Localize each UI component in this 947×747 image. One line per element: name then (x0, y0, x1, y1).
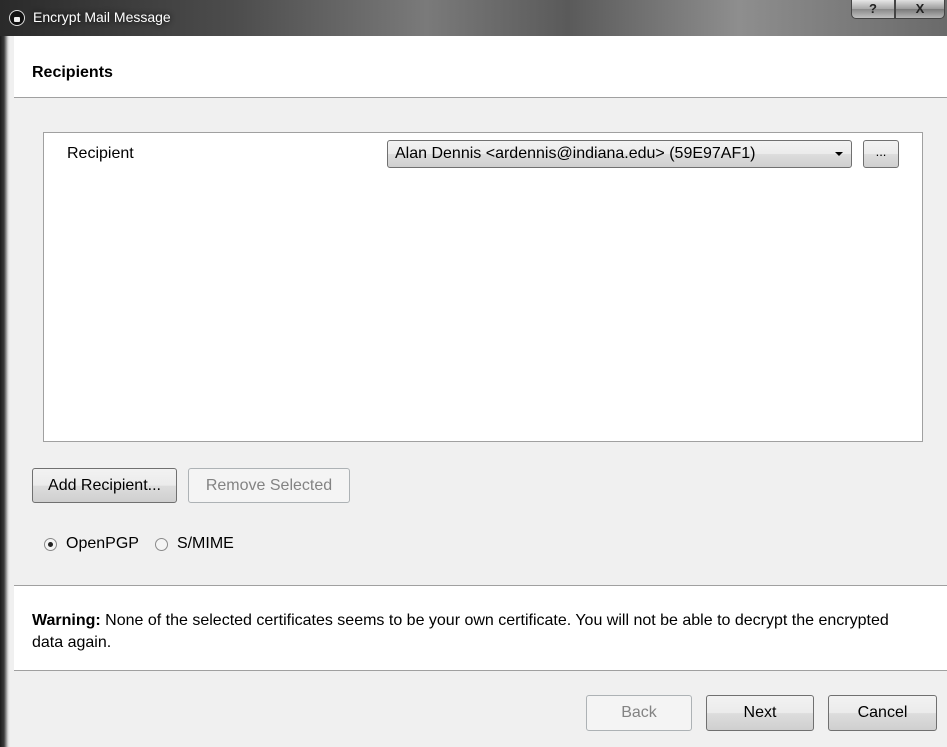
cancel-button[interactable]: Cancel (828, 695, 937, 731)
app-icon (9, 10, 25, 26)
title-bar[interactable]: Encrypt Mail Message ? X (0, 0, 947, 36)
remove-selected-button[interactable]: Remove Selected (188, 468, 350, 503)
smime-label[interactable]: S/MIME (177, 535, 234, 553)
back-button[interactable]: Back (586, 695, 692, 731)
close-button[interactable]: X (895, 0, 945, 19)
chevron-down-icon[interactable] (835, 152, 843, 156)
openpgp-radio[interactable] (44, 537, 57, 551)
recipient-combobox[interactable]: Alan Dennis <ardennis@indiana.edu> (59E9… (387, 140, 852, 168)
warning-panel: Warning: None of the selected certificat… (14, 585, 947, 671)
next-button[interactable]: Next (706, 695, 814, 731)
recipient-combobox-value: Alan Dennis <ardennis@indiana.edu> (59E9… (395, 145, 756, 162)
encrypt-mail-dialog: Encrypt Mail Message ? X Recipients Reci… (0, 0, 947, 747)
recipient-label: Recipient (67, 145, 134, 162)
title-buttons: ? X (851, 0, 945, 20)
help-button[interactable]: ? (851, 0, 895, 19)
wizard-header: Recipients (14, 36, 947, 98)
warning-body: None of the selected certificates seems … (32, 612, 889, 651)
window-frame-edge (0, 36, 10, 747)
recipient-list[interactable]: Recipient Alan Dennis <ardennis@indiana.… (43, 132, 923, 442)
smime-radio[interactable] (154, 537, 168, 551)
window-title: Encrypt Mail Message (33, 9, 171, 25)
add-recipient-button[interactable]: Add Recipient... (32, 468, 177, 503)
wizard-footer: Back Next Cancel (14, 671, 947, 747)
wizard-content: Recipient Alan Dennis <ardennis@indiana.… (14, 98, 947, 585)
warning-message: Warning: None of the selected certificat… (32, 610, 912, 654)
warning-prefix: Warning: (32, 612, 101, 629)
protocol-radio-group: OpenPGP S/MIME (44, 535, 250, 553)
browse-certificates-button[interactable]: ... (863, 140, 899, 168)
page-title: Recipients (32, 64, 113, 81)
openpgp-label[interactable]: OpenPGP (66, 535, 139, 553)
